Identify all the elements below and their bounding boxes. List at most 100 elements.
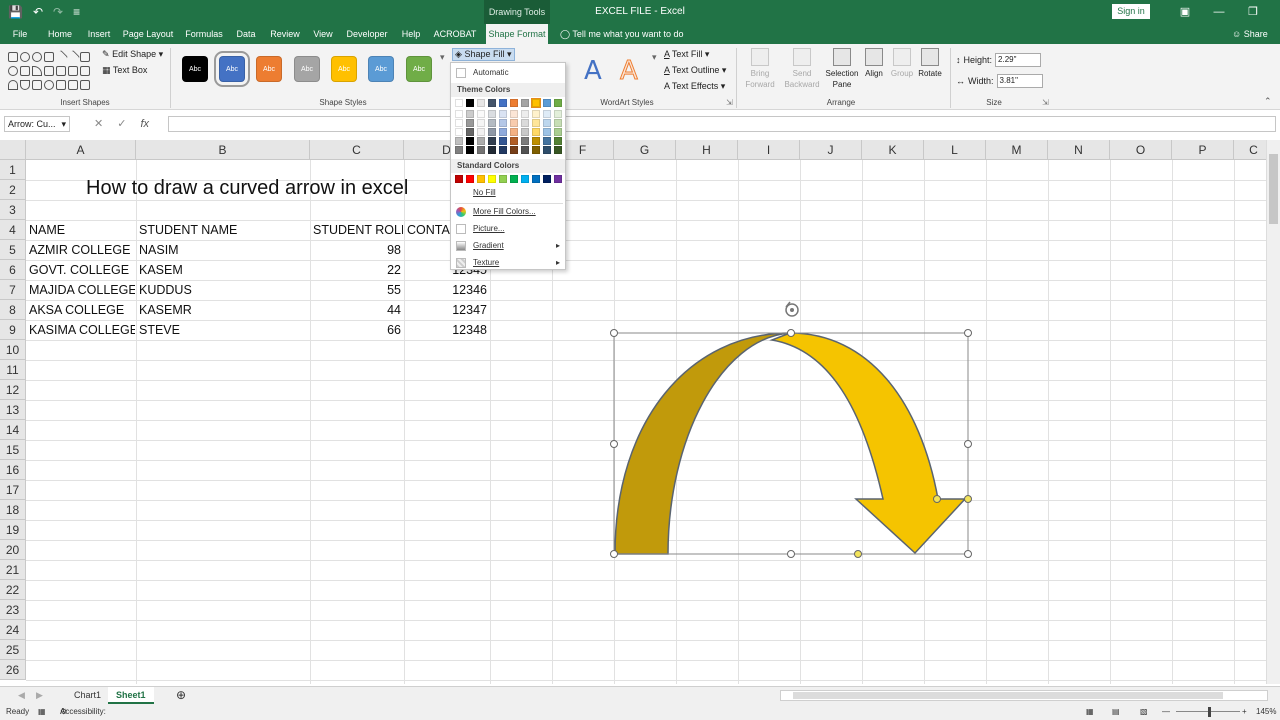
wordart-dialog-launcher-icon[interactable]: ⇲ — [726, 98, 733, 107]
tab-shape-format[interactable]: Shape Format — [486, 24, 548, 44]
theme-color-swatch[interactable] — [521, 99, 529, 107]
tab-review[interactable]: Review — [268, 24, 302, 44]
table-cell[interactable]: 12348 — [405, 320, 489, 340]
row-header[interactable]: 1 — [0, 160, 26, 180]
theme-color-swatch[interactable] — [554, 119, 562, 127]
sign-in-button[interactable]: Sign in — [1112, 4, 1150, 19]
standard-color-swatch[interactable] — [510, 175, 518, 183]
curved-arrow-shape[interactable] — [600, 300, 980, 565]
resize-handle[interactable] — [964, 440, 972, 448]
function-icon[interactable]: fx — [140, 116, 149, 132]
shape-fill-button[interactable]: ◈ Shape Fill ▾ — [452, 48, 515, 61]
page-layout-view-icon[interactable]: ▤ — [1112, 704, 1120, 720]
table-cell[interactable]: KASEM — [137, 260, 309, 280]
theme-color-swatch[interactable] — [499, 128, 507, 136]
theme-color-swatch[interactable] — [499, 137, 507, 145]
column-header-q[interactable]: C — [1234, 140, 1266, 160]
table-cell[interactable]: 12347 — [405, 300, 489, 320]
tab-page-layout[interactable]: Page Layout — [122, 24, 174, 44]
theme-color-swatch[interactable] — [554, 128, 562, 136]
theme-color-swatch[interactable] — [521, 146, 529, 154]
no-fill-option[interactable]: No Fill — [451, 185, 565, 201]
standard-color-swatch[interactable] — [488, 175, 496, 183]
zoom-in-icon[interactable]: + — [1242, 704, 1247, 720]
header-cell[interactable]: NAME — [27, 220, 135, 240]
shapes-gallery[interactable] — [6, 48, 96, 92]
theme-color-swatch[interactable] — [521, 119, 529, 127]
theme-color-swatch[interactable] — [499, 146, 507, 154]
theme-color-swatch[interactable] — [455, 119, 463, 127]
theme-color-swatch[interactable] — [532, 137, 540, 145]
save-icon[interactable]: 💾 — [8, 3, 23, 21]
name-box[interactable]: Arrow: Cu... ▾ — [4, 116, 70, 132]
theme-color-swatch[interactable] — [455, 137, 463, 145]
table-cell[interactable]: 12346 — [405, 280, 489, 300]
minimize-icon[interactable]: — — [1202, 0, 1236, 24]
tab-insert[interactable]: Insert — [84, 24, 114, 44]
row-header[interactable]: 19 — [0, 520, 26, 540]
arrow-outer-band[interactable] — [769, 332, 967, 555]
standard-color-swatch[interactable] — [455, 175, 463, 183]
row-header[interactable]: 3 — [0, 200, 26, 220]
row-header[interactable]: 22 — [0, 580, 26, 600]
theme-color-swatch[interactable] — [477, 146, 485, 154]
sheet-tab-sheet1[interactable]: Sheet1 — [108, 687, 154, 704]
new-sheet-icon[interactable]: ⊕ — [168, 687, 194, 704]
column-header-p[interactable]: P — [1172, 140, 1234, 160]
row-header[interactable]: 21 — [0, 560, 26, 580]
theme-color-swatch[interactable] — [521, 137, 529, 145]
theme-color-swatch[interactable] — [543, 119, 551, 127]
column-header-o[interactable]: O — [1110, 140, 1172, 160]
theme-color-swatch[interactable] — [455, 128, 463, 136]
standard-color-swatch[interactable] — [477, 175, 485, 183]
table-cell[interactable]: NASIM — [137, 240, 309, 260]
theme-color-swatch[interactable] — [477, 128, 485, 136]
standard-color-swatch[interactable] — [543, 175, 551, 183]
close-icon[interactable]: ✕ — [1270, 0, 1280, 24]
row-header[interactable]: 12 — [0, 380, 26, 400]
theme-color-swatch[interactable] — [532, 110, 540, 118]
table-cell[interactable]: AZMIR COLLEGE — [27, 240, 135, 260]
theme-color-swatch[interactable] — [488, 110, 496, 118]
row-header[interactable]: 16 — [0, 460, 26, 480]
table-cell[interactable]: KUDDUS — [137, 280, 309, 300]
enter-icon[interactable]: ✓ — [117, 116, 126, 132]
theme-color-swatch[interactable] — [477, 137, 485, 145]
tell-me-box[interactable]: ◯ Tell me what you want to do — [560, 24, 683, 44]
collapse-ribbon-icon[interactable]: ⌃ — [1264, 96, 1272, 107]
shape-styles-more-icon[interactable]: ▾ — [440, 52, 445, 63]
wordart-style-orange[interactable]: A — [620, 56, 639, 87]
macro-record-icon[interactable]: ▦ — [38, 704, 46, 720]
text-fill-button[interactable]: A Text Fill ▾ — [664, 49, 709, 60]
column-header-g[interactable]: G — [614, 140, 676, 160]
table-cell[interactable]: STEVE — [137, 320, 309, 340]
theme-color-swatch[interactable] — [521, 128, 529, 136]
vertical-scrollbar[interactable] — [1266, 140, 1280, 684]
table-cell[interactable]: KASIMA COLLEGE — [27, 320, 135, 340]
table-cell[interactable]: 66 — [311, 320, 403, 340]
row-header[interactable]: 15 — [0, 440, 26, 460]
bring-forward-button[interactable]: Bring Forward — [740, 48, 780, 90]
column-header-k[interactable]: K — [862, 140, 924, 160]
zoom-level[interactable]: 145% — [1256, 704, 1276, 720]
row-header[interactable]: 20 — [0, 540, 26, 560]
theme-color-swatch[interactable] — [499, 99, 507, 107]
theme-color-swatch[interactable] — [466, 110, 474, 118]
resize-handle[interactable] — [787, 329, 795, 337]
tab-help[interactable]: Help — [398, 24, 424, 44]
scroll-tabs-right-icon[interactable]: ▶ — [28, 687, 51, 704]
header-cell[interactable]: STUDENT ROLL — [311, 220, 403, 240]
row-header[interactable]: 8 — [0, 300, 26, 320]
row-header[interactable]: 7 — [0, 280, 26, 300]
row-header[interactable]: 14 — [0, 420, 26, 440]
resize-handle[interactable] — [964, 550, 972, 558]
row-header[interactable]: 13 — [0, 400, 26, 420]
theme-color-swatch[interactable] — [510, 146, 518, 154]
table-cell[interactable]: AKSA COLLEGE — [27, 300, 135, 320]
adjust-handle[interactable] — [854, 550, 862, 558]
theme-color-swatch[interactable] — [532, 119, 540, 127]
column-header-l[interactable]: L — [924, 140, 986, 160]
column-header-n[interactable]: N — [1048, 140, 1110, 160]
column-header-m[interactable]: M — [986, 140, 1048, 160]
theme-color-swatch[interactable] — [466, 146, 474, 154]
